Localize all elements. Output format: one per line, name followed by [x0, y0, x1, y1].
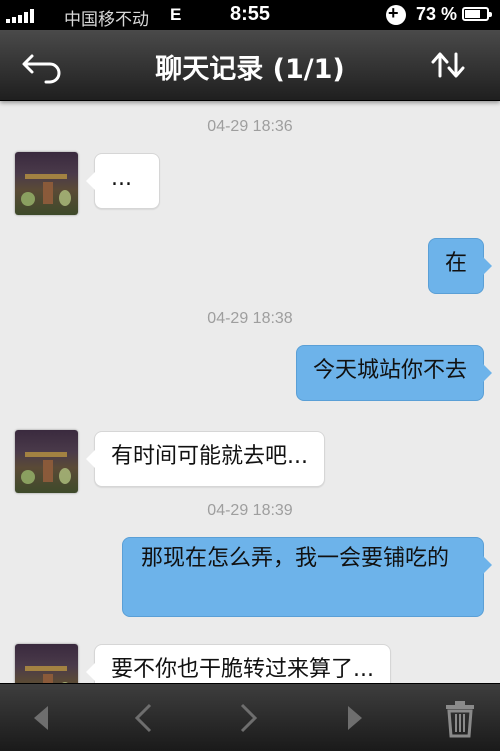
sort-order-button[interactable]: [426, 42, 472, 88]
incoming-message-bubble[interactable]: 有时间可能就去吧...: [86, 431, 325, 487]
previous-page-icon: [134, 703, 152, 733]
previous-page-button[interactable]: [124, 698, 164, 738]
battery-percent: 73 %: [416, 4, 458, 24]
chat-history[interactable]: 04-29 18:36 ... 在 04-29 18:38 今天城站你不去 有时…: [0, 100, 500, 683]
sort-arrows-icon: [431, 52, 465, 78]
contact-avatar[interactable]: [15, 430, 78, 493]
message-timestamp: 04-29 18:39: [207, 502, 293, 519]
battery-icon: [462, 7, 492, 21]
first-page-button[interactable]: [22, 698, 62, 738]
message-timestamp: 04-29 18:38: [207, 310, 293, 327]
contact-avatar[interactable]: [15, 152, 78, 215]
message-timestamp: 04-29 18:36: [207, 118, 293, 135]
last-page-button[interactable]: [334, 698, 374, 738]
trash-icon: [446, 701, 474, 738]
outgoing-message-bubble[interactable]: 那现在怎么弄，我一会要铺吃的: [122, 537, 492, 617]
outgoing-message-bubble[interactable]: 在: [427, 238, 493, 294]
last-page-icon: [348, 706, 362, 730]
bottom-toolbar: [0, 683, 500, 751]
rotation-lock-icon: +: [386, 3, 406, 25]
contact-avatar[interactable]: [15, 644, 78, 683]
status-bar: 中国移不动 E 8:55 + 73 %: [0, 0, 500, 30]
next-page-button[interactable]: [228, 698, 268, 738]
incoming-message-bubble[interactable]: ...: [86, 153, 160, 209]
incoming-message-bubble[interactable]: 要不你也干脆转过来算了...: [86, 644, 391, 683]
navigation-bar: 聊天记录 (1/1): [0, 30, 500, 101]
page-title: 聊天记录 (1/1): [155, 54, 345, 85]
first-page-icon: [34, 706, 48, 730]
delete-button[interactable]: [440, 698, 480, 738]
outgoing-message-bubble[interactable]: 今天城站你不去: [295, 345, 493, 401]
next-page-icon: [240, 703, 258, 733]
